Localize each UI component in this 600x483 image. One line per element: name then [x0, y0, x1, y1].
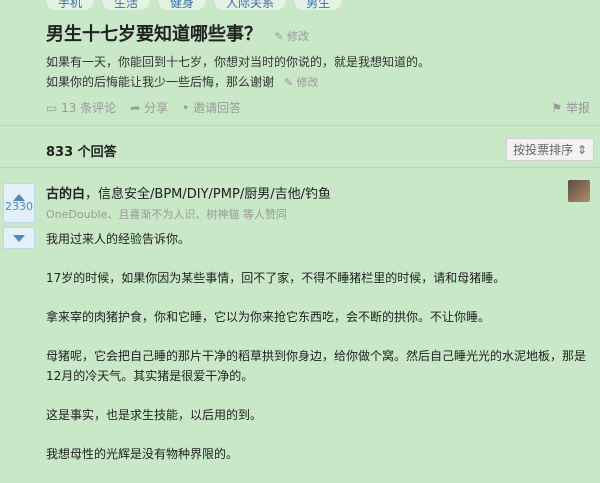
answer-paragraph: 这是事实，也是求生技能，以后用的到。: [46, 408, 263, 422]
share-link[interactable]: ➦ 分享: [130, 99, 168, 116]
topic-tag[interactable]: 健身: [158, 0, 207, 10]
topic-tag[interactable]: 生活: [102, 0, 151, 10]
sort-select[interactable]: 按投票排序 ⇕: [506, 138, 594, 161]
question-title-text: 男生十七岁要知道哪些事？: [46, 24, 262, 45]
invite-link[interactable]: • 邀请回答: [182, 99, 241, 116]
divider: [0, 167, 600, 168]
topic-tag[interactable]: 手机: [46, 0, 95, 10]
question-meta: ▭ 13 条评论 ➦ 分享 • 邀请回答: [46, 99, 241, 116]
answer-body: 我用过来人的经验告诉你。 17岁的时候，如果你因为某些事情，回不了家，不得不睡猪…: [46, 229, 586, 483]
question-title: 男生十七岁要知道哪些事？ ✎ 修改: [46, 20, 309, 46]
question-detail: 如果有一天，你能回到十七岁，你想对当时的你说的，就是我想知道的。 如果你的后悔能…: [46, 52, 430, 93]
voters-list[interactable]: OneDouble、且喜渐不为人识、树神猫 等人赞同: [46, 206, 287, 222]
vote-count: 2330: [5, 199, 33, 213]
detail-line-2: 如果你的后悔能让我少一些后悔，那么谢谢 ✎ 修改: [46, 75, 319, 89]
edit-label: 修改: [287, 30, 309, 43]
flag-icon: ⚑: [551, 101, 563, 115]
comment-icon: ▭: [46, 101, 58, 115]
upvote-button[interactable]: 2330: [3, 183, 35, 223]
divider: [0, 125, 600, 126]
answer-paragraph: 我用过来人的经验告诉你。: [46, 232, 191, 246]
share-icon: ➦: [130, 101, 141, 115]
report-button[interactable]: ⚑ 举报: [551, 99, 590, 116]
answer-paragraph: 我想母性的光辉是没有物种界限的。: [46, 447, 239, 461]
edit-detail-button[interactable]: ✎ 修改: [284, 76, 319, 89]
downvote-arrow-icon: [13, 234, 25, 242]
answer-count: 833 个回答: [46, 145, 117, 160]
topic-tags: 手机 生活 健身 人际关系 男生: [46, 0, 343, 10]
topic-tag[interactable]: 男生: [294, 0, 343, 10]
answer-paragraph: 17岁的时候，如果你因为某些事情，回不了家，不得不睡猪栏里的时候，请和母猪睡。: [46, 271, 506, 285]
downvote-button[interactable]: [3, 227, 35, 249]
comments-link[interactable]: ▭ 13 条评论: [46, 99, 116, 116]
author-name[interactable]: 古的白: [46, 187, 85, 202]
answer-paragraph: 拿来宰的肉猪护食，你和它睡，它以为你来抢它东西吃，会不断的拱你。不让你睡。: [46, 310, 491, 324]
answer-paragraph: 母猪呢，它会把自己睡的那片干净的稻草拱到你身边，给你做个窝。然后自己睡光光的水泥…: [46, 349, 587, 383]
author-bio: 信息安全/BPM/DIY/PMP/厨男/吉他/钓鱼: [98, 187, 331, 202]
answer-author: 古的白，信息安全/BPM/DIY/PMP/厨男/吉他/钓鱼: [46, 187, 331, 202]
edit-title-button[interactable]: ✎ 修改: [274, 30, 309, 43]
sort-toggle-icon: ⇕: [576, 143, 587, 157]
vote-widget: 2330: [3, 183, 35, 249]
topic-tag[interactable]: 人际关系: [214, 0, 287, 10]
avatar[interactable]: [568, 180, 590, 202]
detail-line: 如果有一天，你能回到十七岁，你想对当时的你说的，就是我想知道的。: [46, 55, 431, 69]
